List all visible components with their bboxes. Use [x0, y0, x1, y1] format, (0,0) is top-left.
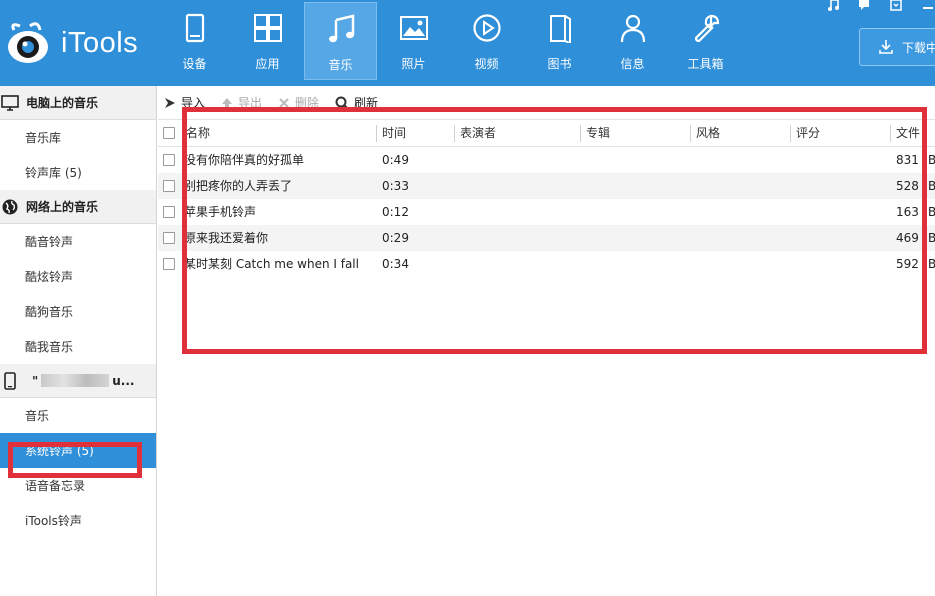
sidebar-item-ringtone-library[interactable]: 铃声库 (5)	[0, 155, 156, 190]
row-checkbox[interactable]	[163, 206, 175, 218]
sidebar-item-label: 酷炫铃声	[25, 270, 74, 284]
sidebar-item-label: 铃声库 (5)	[25, 166, 82, 180]
sidebar-item-kuyin[interactable]: 酷音铃声	[0, 224, 156, 259]
file-size-unit: B	[928, 179, 935, 193]
section-pc-music[interactable]: 电脑上的音乐	[0, 86, 156, 120]
nav-tab-1[interactable]: 应用	[231, 2, 304, 80]
feedback-icon[interactable]	[858, 0, 870, 11]
music-note-icon	[328, 14, 354, 43]
music-mini-icon[interactable]	[827, 0, 839, 11]
nav-tab-label: 工具箱	[687, 57, 724, 71]
sidebar-item-kuxuan[interactable]: 酷炫铃声	[0, 259, 156, 294]
apps-icon	[253, 14, 282, 42]
app-name: iTools	[61, 26, 139, 59]
section-online-music[interactable]: 网络上的音乐	[0, 190, 156, 224]
minimize-icon[interactable]	[922, 0, 934, 11]
menu-box-icon[interactable]	[890, 0, 902, 11]
nav-tab-label: 应用	[255, 57, 280, 71]
device-name-suffix: u...	[112, 373, 135, 388]
file-size-unit: B	[928, 153, 935, 167]
nav-tab-0[interactable]: 设备	[158, 2, 231, 80]
person-icon	[620, 14, 645, 43]
main-nav: 设备 应用 音乐 照片 视频 图书 信息 工具箱	[158, 0, 742, 86]
globe-icon	[2, 199, 18, 214]
nav-tab-label: 图书	[547, 57, 572, 71]
sidebar-item-label: 酷狗音乐	[25, 305, 74, 319]
book-icon	[549, 15, 571, 43]
annotation-highlight-table	[182, 107, 927, 354]
nav-tab-label: 信息	[620, 57, 645, 71]
sidebar-item-device-music[interactable]: 音乐	[0, 398, 156, 433]
itools-window: iTools 设备 应用 音乐 照片 视频 图书 信息 工具箱 下载中 电脑上的音乐 音乐库 …	[0, 0, 935, 596]
row-checkbox[interactable]	[163, 232, 175, 244]
monitor-icon	[1, 94, 19, 111]
annotation-highlight-system-ringtones	[8, 442, 142, 478]
nav-tab-3[interactable]: 照片	[377, 2, 450, 80]
nav-tab-label: 视频	[474, 57, 499, 71]
wrench-icon	[694, 14, 719, 43]
section-device[interactable]: " u...	[0, 364, 156, 398]
nav-tab-4[interactable]: 视频	[450, 2, 523, 80]
section-title: 网络上的音乐	[26, 200, 99, 214]
nav-tab-7[interactable]: 工具箱	[669, 2, 742, 80]
sidebar-item-label: 语音备忘录	[25, 479, 86, 493]
nav-tab-label: 照片	[401, 57, 426, 71]
download-icon	[879, 40, 893, 54]
download-label: 下载中	[902, 40, 935, 55]
file-size-unit: B	[928, 257, 935, 271]
photo-icon	[399, 16, 428, 40]
sidebar-item-label: iTools铃声	[25, 514, 82, 528]
sidebar-item-kuwo[interactable]: 酷我音乐	[0, 329, 156, 364]
nav-tab-label: 设备	[182, 57, 207, 71]
section-title: 电脑上的音乐	[26, 96, 99, 110]
app-logo: iTools	[6, 20, 138, 66]
phone-icon	[4, 371, 16, 390]
import-arrow-icon	[165, 97, 175, 108]
sidebar-item-label: 酷音铃声	[25, 235, 74, 249]
device-icon	[185, 13, 204, 43]
video-play-icon	[472, 14, 501, 42]
row-checkbox[interactable]	[163, 180, 175, 192]
file-size-unit: B	[928, 231, 935, 245]
sidebar-item-kugou[interactable]: 酷狗音乐	[0, 294, 156, 329]
sidebar-item-label: 音乐库	[25, 131, 62, 145]
nav-tab-5[interactable]: 图书	[523, 2, 596, 80]
select-all-checkbox[interactable]	[163, 127, 175, 139]
sidebar-item-label: 音乐	[25, 409, 50, 423]
nav-tab-2[interactable]: 音乐	[304, 2, 377, 80]
download-button[interactable]: 下载中	[859, 28, 935, 66]
sidebar-item-music-library[interactable]: 音乐库	[0, 120, 156, 155]
nav-tab-label: 音乐	[328, 58, 353, 72]
nav-tab-6[interactable]: 信息	[596, 2, 669, 80]
window-controls	[825, 0, 935, 14]
device-name-prefix: "	[32, 373, 39, 388]
row-checkbox[interactable]	[163, 154, 175, 166]
file-size-unit: B	[928, 205, 935, 219]
top-bar: iTools 设备 应用 音乐 照片 视频 图书 信息 工具箱 下载中	[0, 0, 935, 86]
sidebar: 电脑上的音乐 音乐库 铃声库 (5) 网络上的音乐 酷音铃声 酷炫铃声 酷狗音乐…	[0, 86, 157, 596]
sidebar-item-itools-ringtones[interactable]: iTools铃声	[0, 503, 156, 538]
device-name-blurred	[41, 374, 110, 387]
itools-logo-icon	[8, 22, 48, 63]
row-checkbox[interactable]	[163, 258, 175, 270]
sidebar-item-label: 酷我音乐	[25, 340, 74, 354]
